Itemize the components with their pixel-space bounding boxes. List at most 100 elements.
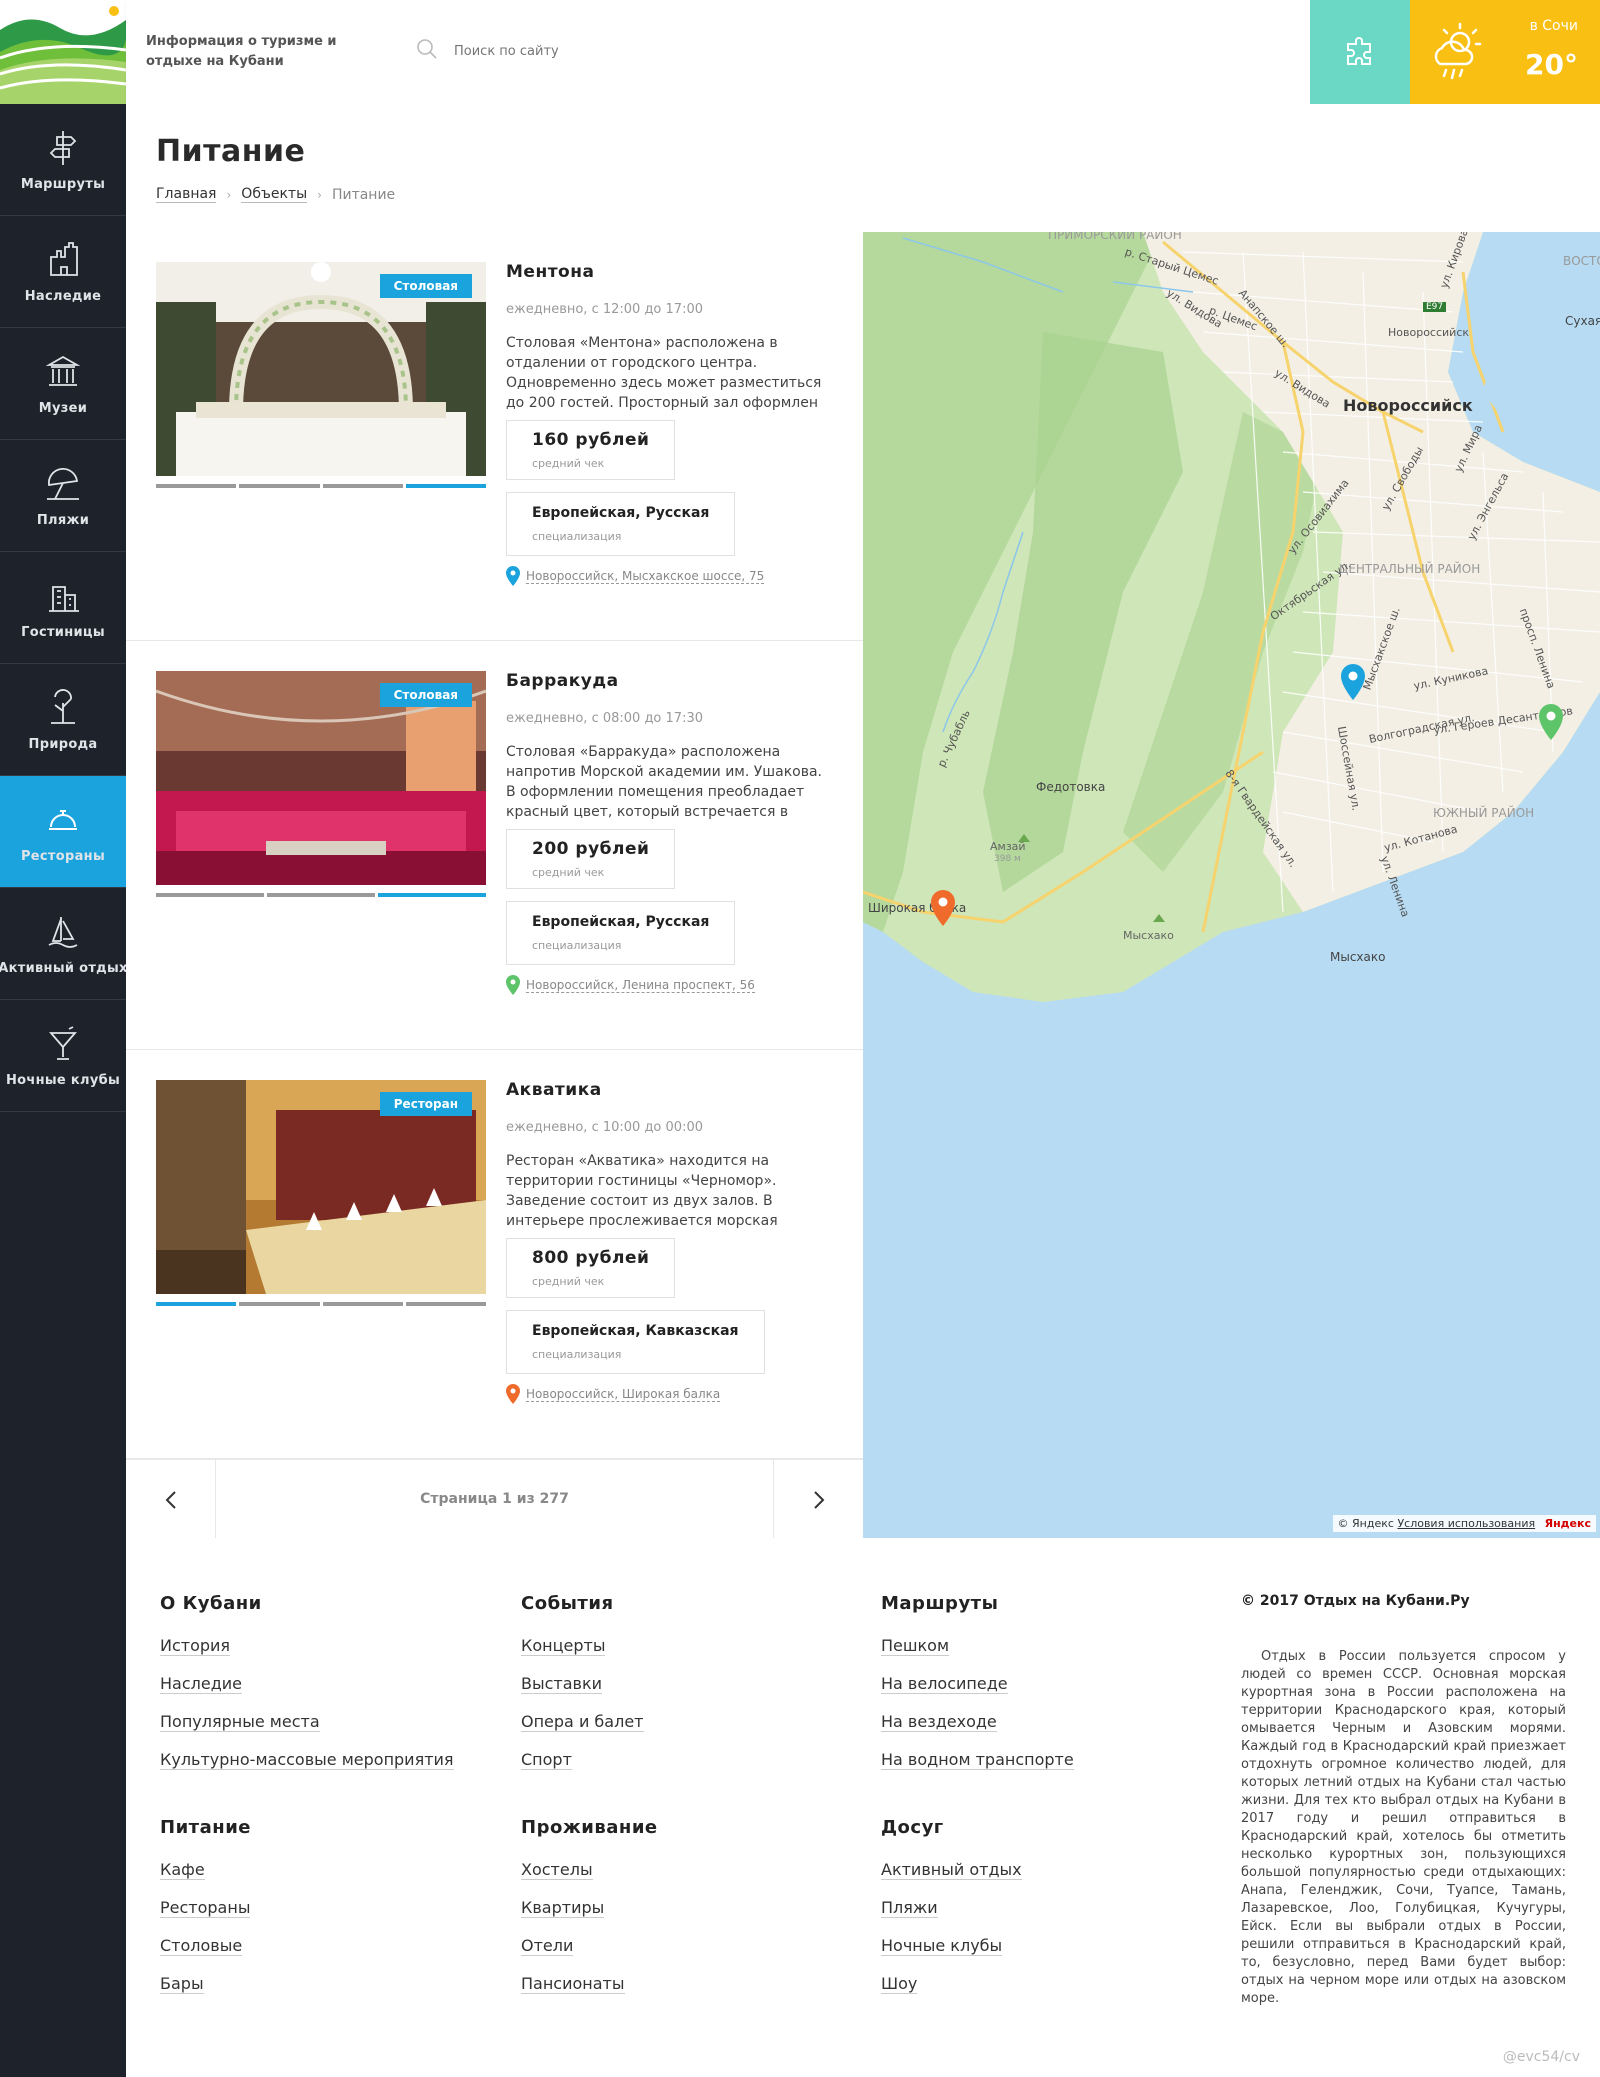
slide-indicator[interactable] (156, 484, 237, 488)
place-photo[interactable]: Ресторан (156, 1080, 486, 1294)
place-photo[interactable]: Столовая (156, 671, 486, 885)
slide-indicator[interactable] (378, 893, 486, 897)
footer-link[interactable]: Пансионаты (521, 1974, 658, 1994)
map-marker-pin-icon[interactable] (1341, 664, 1365, 700)
footer-link[interactable]: Активный отдых (881, 1860, 1074, 1880)
search-icon[interactable] (416, 38, 438, 64)
footer-link[interactable]: Отели (521, 1936, 658, 1956)
place-address[interactable]: Новороссийск, Мысхакское шоссе, 75 (506, 566, 836, 586)
footer-link[interactable]: Шоу (881, 1974, 1074, 1994)
footer: О Кубани История Наследие Популярные места К… (126, 1538, 1600, 2077)
place-address[interactable]: Новороссийск, Ленина проспект, 56 (506, 975, 836, 995)
place-photo[interactable]: Столовая (156, 262, 486, 476)
footer-link-text: Культурно-массовые мероприятия (160, 1750, 454, 1770)
map-label-station: Новороссийск (1388, 326, 1470, 339)
footer-link[interactable]: Выставки (521, 1674, 658, 1694)
slide-indicator[interactable] (322, 484, 403, 488)
place-name[interactable]: Ментона (506, 262, 836, 282)
search-input[interactable] (454, 43, 714, 59)
price-box: 200 рублей средний чек (506, 829, 676, 889)
footer-link[interactable]: Квартиры (521, 1898, 658, 1918)
map-label-fedotovka: Федотовка (1036, 780, 1106, 794)
footer-section: События Концерты Выставки Опера и балет Спор… (521, 1593, 658, 1770)
nav-label: Музеи (38, 401, 88, 416)
footer-link[interactable]: Наследие (160, 1674, 454, 1694)
footer-link[interactable]: Бары (160, 1974, 454, 1994)
map-marker-pin-icon[interactable] (1539, 704, 1563, 740)
chevron-left-icon (165, 1490, 176, 1509)
cuisine-label: специализация (532, 530, 622, 543)
slide-indicator[interactable] (405, 1302, 486, 1306)
map-label-e97: E97 (1423, 302, 1447, 312)
footer-link-text: Наследие (160, 1674, 243, 1694)
weather-city: в Сочи (1529, 18, 1578, 34)
footer-link[interactable]: На вездеходе (881, 1712, 1074, 1732)
place-card[interactable]: Столовая Барракуда ежедневно, с 08:00 до 1… (126, 641, 863, 1050)
footer-link-text: Хостелы (521, 1860, 593, 1880)
price-value: 160 рублей (532, 430, 650, 450)
footer-link[interactable]: Хостелы (521, 1860, 658, 1880)
place-hours: ежедневно, с 10:00 до 00:00 (506, 1120, 703, 1135)
footer-link[interactable]: На велосипеде (881, 1674, 1074, 1694)
map-attribution: © Яндекс Условия использования Яндекс (1332, 1515, 1596, 1532)
place-name[interactable]: Барракуда (506, 671, 836, 691)
page-header: Питание Главная › Объекты › Питание (126, 104, 1600, 232)
place-name[interactable]: Акватика (506, 1080, 836, 1100)
nav-item-7[interactable]: Активный отдых (0, 888, 127, 1000)
footer-link[interactable]: История (160, 1636, 454, 1656)
footer-link[interactable]: Ночные клубы (881, 1936, 1074, 1956)
footer-link[interactable]: Концерты (521, 1636, 658, 1656)
footer-link[interactable]: Кафе (160, 1860, 454, 1880)
nav-item-6[interactable]: Рестораны (0, 776, 126, 888)
footer-section: Проживание Хостелы Квартиры Отели Пансионаты (521, 1817, 658, 1994)
hotel-icon (49, 586, 79, 612)
nav-item-8[interactable]: Ночные клубы (0, 1000, 126, 1112)
place-card[interactable]: Ресторан Акватика ежедневно, с 10:00 до 00… (126, 1050, 863, 1459)
map-terms-link[interactable]: Условия использования (1397, 1517, 1535, 1530)
place-card[interactable]: Столовая Ментона ежедневно, с 12:00 до 17:… (126, 232, 863, 641)
site-description: Информация о туризме и отдыхе на Кубани (146, 34, 337, 69)
footer-link[interactable]: Культурно-массовые мероприятия (160, 1750, 454, 1770)
footer-link[interactable]: На водном транспорте (881, 1750, 1074, 1770)
prev-page-button[interactable] (126, 1460, 216, 1539)
footer-link[interactable]: Столовые (160, 1936, 454, 1956)
breadcrumb-objects-link[interactable]: Объекты (241, 186, 308, 203)
next-page-button[interactable] (773, 1460, 863, 1539)
puzzle-button[interactable] (1310, 0, 1410, 104)
slide-indicator[interactable] (267, 893, 375, 897)
slide-indicator[interactable] (322, 1302, 403, 1306)
footer-link[interactable]: Популярные места (160, 1712, 454, 1732)
footer-link[interactable]: Пляжи (881, 1898, 1074, 1918)
map[interactable]: ПРИМОРСКИЙ РАЙОН Новороссийск ЦЕНТРАЛЬНЫ… (863, 232, 1600, 1538)
nav-item-2[interactable]: Музеи (0, 328, 126, 440)
footer-link[interactable]: Спорт (521, 1750, 658, 1770)
cuisine-label: специализация (532, 1348, 622, 1361)
place-type-badge: Ресторан (379, 1092, 472, 1116)
search-box[interactable] (416, 38, 714, 64)
slide-indicator[interactable] (156, 1302, 237, 1306)
footer-link[interactable]: Рестораны (160, 1898, 454, 1918)
map-marker-pin-icon[interactable] (931, 890, 955, 926)
footer-link[interactable]: Опера и балет (521, 1712, 658, 1732)
footer-link[interactable]: Пешком (881, 1636, 1074, 1656)
slide-indicator[interactable] (156, 893, 264, 897)
slide-indicator[interactable] (239, 484, 320, 488)
slide-indicator[interactable] (405, 484, 486, 488)
map-brand-logo[interactable]: Яндекс (1545, 1517, 1591, 1530)
place-address[interactable]: Новороссийск, Широкая балка (506, 1384, 836, 1404)
nav-item-4[interactable]: Гостиницы (0, 552, 126, 664)
nav-item-0[interactable]: Маршруты (0, 104, 126, 216)
weather-widget[interactable]: в Сочи 20° (1410, 0, 1600, 104)
nav-item-3[interactable]: Пляжи (0, 440, 126, 552)
breadcrumb-home-link[interactable]: Главная (156, 186, 217, 203)
nav-item-1[interactable]: Наследие (0, 216, 126, 328)
footer-section-title: Досуг (881, 1817, 944, 1838)
price-box: 160 рублей средний чек (506, 420, 676, 480)
cuisine-value: Европейская, Русская (532, 505, 710, 521)
nav-item-5[interactable]: Природа (0, 664, 126, 776)
castle-icon (50, 242, 78, 276)
map-canvas[interactable] (863, 232, 1600, 1538)
site-logo[interactable] (0, 0, 126, 104)
slide-indicator[interactable] (239, 1302, 320, 1306)
footer-section: О Кубани История Наследие Популярные места К… (160, 1593, 454, 1770)
